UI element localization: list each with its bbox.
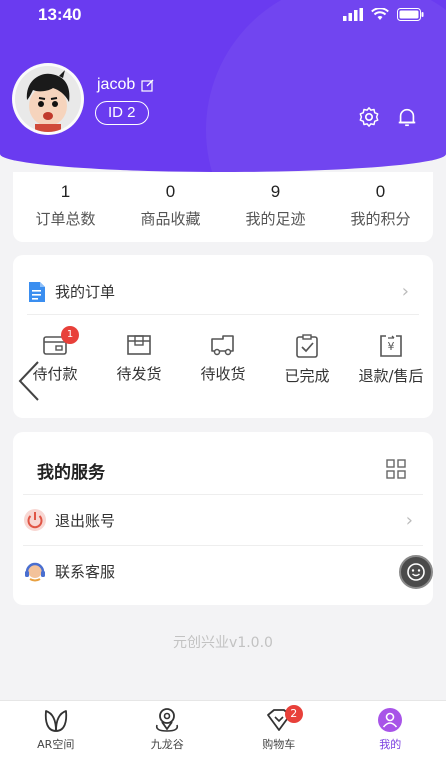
stat-points[interactable]: 0 我的积分 — [328, 172, 433, 242]
stat-label: 我的足迹 — [245, 210, 306, 228]
avatar-image — [15, 66, 81, 132]
stats-card: 1 订单总数 0 商品收藏 9 我的足迹 0 我的积分 — [13, 172, 433, 242]
services-title: 我的服务 — [37, 463, 105, 483]
leaf-icon — [44, 710, 67, 732]
stat-value: 9 — [270, 182, 281, 201]
contact-support-row[interactable]: 联系客服 — [23, 546, 423, 596]
order-pending-receipt[interactable]: 待收货 — [181, 333, 265, 386]
tab-bar: AR空间 九龙谷 2 购物车 我的 — [0, 700, 446, 767]
tab-label: AR空间 — [37, 738, 75, 751]
pending-payment-badge: 1 — [61, 326, 79, 344]
stat-value: 1 — [60, 182, 71, 201]
order-status-label: 退款/售后 — [358, 367, 424, 385]
my-orders-label: 我的订单 — [55, 283, 116, 301]
truck-icon — [211, 335, 234, 356]
stat-label: 我的积分 — [350, 210, 411, 228]
power-icon — [24, 509, 46, 531]
tab-label: 我的 — [379, 738, 402, 751]
user-icon — [378, 708, 403, 732]
smiley-icon — [407, 563, 425, 581]
stat-orders-total[interactable]: 1 订单总数 — [13, 172, 118, 242]
tab-label: 九龙谷 — [150, 738, 184, 751]
tab-mine[interactable]: 我的 — [335, 701, 446, 767]
order-pending-shipment[interactable]: 待发货 — [97, 333, 181, 386]
document-icon — [29, 281, 45, 302]
refund-icon: ¥ — [380, 335, 402, 357]
headset-icon — [25, 562, 45, 582]
clipboard-check-icon — [296, 334, 318, 358]
assistant-float-button[interactable] — [399, 555, 433, 589]
user-id-badge: ID 2 — [95, 101, 149, 125]
order-status-label: 待发货 — [116, 365, 162, 383]
logout-label: 退出账号 — [55, 511, 116, 530]
logout-row[interactable]: 退出账号 › — [23, 495, 423, 545]
stat-favorites[interactable]: 0 商品收藏 — [118, 172, 223, 242]
username-row[interactable]: jacob — [97, 76, 154, 94]
chevron-right-icon: › — [405, 509, 413, 531]
status-bar: 13:40 — [0, 0, 446, 30]
status-time: 13:40 — [38, 5, 82, 24]
tab-ar-space[interactable]: AR空间 — [0, 701, 112, 767]
box-icon — [127, 335, 151, 355]
cart-badge: 2 — [284, 705, 303, 723]
stat-value: 0 — [375, 182, 386, 201]
order-refund[interactable]: ¥ 退款/售后 — [349, 333, 433, 386]
profile-header: 13:40 jacob ID 2 — [0, 0, 446, 172]
status-icons — [343, 8, 424, 21]
username: jacob — [97, 76, 136, 93]
signal-icon — [343, 8, 363, 21]
svg-text:¥: ¥ — [388, 340, 395, 353]
stat-label: 商品收藏 — [140, 210, 201, 228]
back-arrow-icon[interactable] — [14, 360, 44, 402]
tab-cart[interactable]: 2 购物车 — [223, 701, 335, 767]
order-completed[interactable]: 已完成 — [265, 333, 349, 386]
order-status-label: 已完成 — [284, 367, 330, 385]
avatar[interactable] — [12, 63, 84, 135]
wifi-icon — [371, 8, 389, 20]
tab-label: 购物车 — [262, 738, 296, 751]
stat-value: 0 — [165, 182, 176, 201]
stat-label: 订单总数 — [35, 210, 96, 228]
tab-jiulonggu[interactable]: 九龙谷 — [112, 701, 224, 767]
grid-icon[interactable] — [386, 459, 406, 479]
map-pin-icon — [156, 708, 179, 732]
battery-icon — [397, 8, 424, 21]
order-status-list: 1 待付款 待发货 待收货 已完成 ¥ 退款/售后 — [13, 326, 433, 386]
orders-card: 我的订单 › 1 待付款 待发货 待收货 已完成 ¥ 退款/售后 — [13, 255, 433, 418]
edit-icon[interactable] — [141, 79, 154, 92]
my-orders-row[interactable]: 我的订单 › — [27, 269, 419, 315]
chevron-right-icon: › — [401, 281, 409, 302]
order-status-label: 待收货 — [200, 365, 246, 383]
services-card: 我的服务 退出账号 › 联系客服 — [13, 432, 433, 605]
bell-icon[interactable] — [396, 106, 418, 128]
contact-support-label: 联系客服 — [55, 562, 116, 581]
stat-footprints[interactable]: 9 我的足迹 — [223, 172, 328, 242]
settings-icon[interactable] — [358, 106, 380, 128]
app-version: 元创兴业v1.0.0 — [173, 635, 273, 651]
